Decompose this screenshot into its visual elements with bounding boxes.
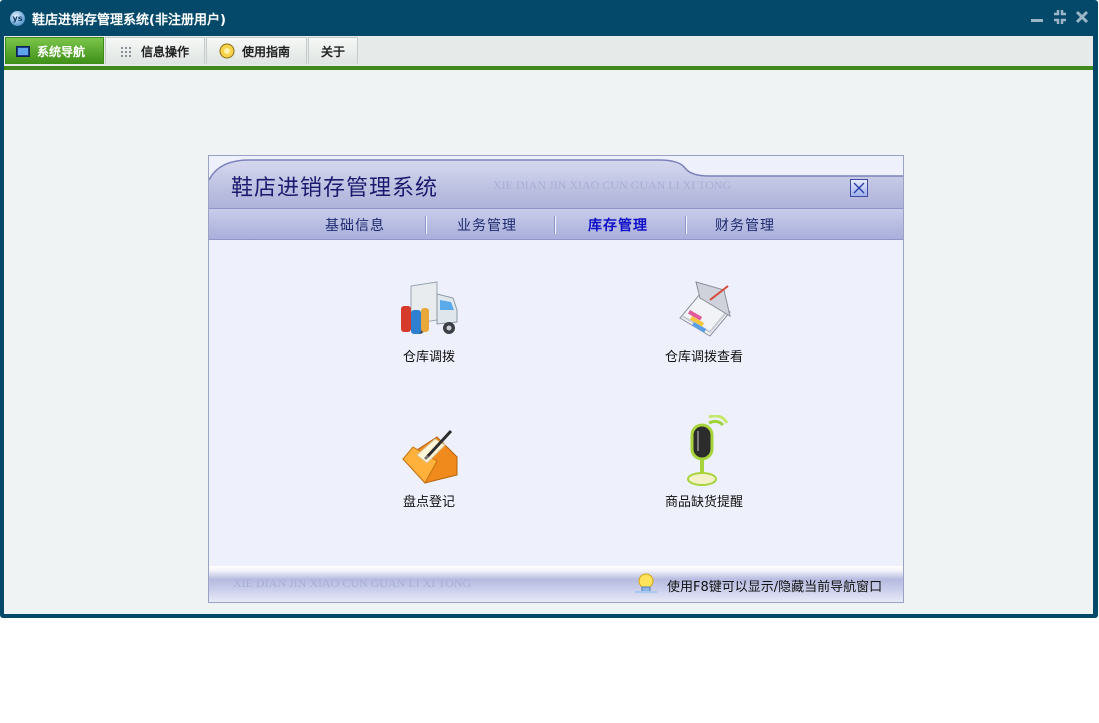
tile-label: 仓库调拨 [402,350,455,365]
notebook-icon [679,281,731,337]
nav-finance-management[interactable]: 财务管理 [715,215,775,235]
tile-stock-shortage-reminder[interactable]: 商品缺货提醒 [639,414,769,510]
tab-user-guide[interactable]: 使用指南 [206,37,307,64]
menu-bar: 系统导航 信息操作 使用指南 关于 [4,36,1093,66]
close-button[interactable] [1075,10,1089,24]
nav-business-management[interactable]: 业务管理 [457,215,517,235]
tile-warehouse-transfer-view[interactable]: 仓库调拨查看 [639,280,769,365]
minimize-button[interactable] [1030,10,1044,24]
main-window: ys 鞋店进销存管理系统(非注册用户) 系统导航 信息操作 使用指南 关于 鞋店… [0,0,1098,618]
truck-icon [401,281,458,334]
nav-separator [554,216,556,234]
restore-icon [1054,10,1066,24]
close-icon [853,182,865,194]
tab-label: 信息操作 [141,44,190,59]
tab-info-operations[interactable]: 信息操作 [105,37,205,64]
tab-label: 关于 [321,44,346,59]
tile-label: 商品缺货提醒 [664,495,743,510]
microphone-icon [687,414,729,486]
window-title: 鞋店进销存管理系统(非注册用户) [32,13,226,28]
nav-separator [685,216,687,234]
title-bar[interactable]: ys 鞋店进销存管理系统(非注册用户) [0,0,1098,36]
footer-subtitle: XIE DIAN JIN XIAO CUN GUAN LI XI TONG [233,576,472,590]
tile-label: 盘点登记 [402,495,455,510]
panel-subtitle: XIE DIAN JIN XIAO CUN GUAN LI XI TONG [493,178,732,192]
panel-header: 鞋店进销存管理系统 XIE DIAN JIN XIAO CUN GUAN LI … [209,156,903,208]
tab-about[interactable]: 关于 [308,37,358,64]
lightbulb-icon [635,573,657,593]
panel-title: 鞋店进销存管理系统 [231,176,439,201]
monitor-icon [16,45,30,57]
minimize-icon [1031,19,1043,22]
app-logo-icon: ys [10,11,25,26]
compass-icon [219,43,235,59]
tile-warehouse-transfer[interactable]: 仓库调拨 [369,280,489,365]
footer-tip: 使用F8键可以显示/隐藏当前导航窗口 [667,580,883,595]
nav-separator [425,216,427,234]
panel-close-button[interactable] [850,179,868,197]
tab-label: 系统导航 [37,44,86,59]
nav-basic-info[interactable]: 基础信息 [325,215,385,235]
tab-system-navigation[interactable]: 系统导航 [5,37,104,64]
tile-stock-take-registration[interactable]: 盘点登记 [369,425,489,510]
navigation-panel: 鞋店进销存管理系统 XIE DIAN JIN XIAO CUN GUAN LI … [208,155,904,603]
folder-pen-icon [402,429,458,484]
panel-footer: XIE DIAN JIN XIAO CUN GUAN LI XI TONG 使用… [209,566,903,602]
tile-label: 仓库调拨查看 [664,350,743,365]
close-icon [1075,10,1089,24]
grid-icon [121,46,131,57]
panel-body: 仓库调拨 仓库调拨查看 盘点登记 商品缺货提醒 [209,240,903,566]
nav-inventory-management[interactable]: 库存管理 [588,215,648,235]
restore-button[interactable] [1053,10,1067,24]
panel-nav-bar: 基础信息 业务管理 库存管理 财务管理 [209,208,903,240]
tab-label: 使用指南 [242,44,291,59]
